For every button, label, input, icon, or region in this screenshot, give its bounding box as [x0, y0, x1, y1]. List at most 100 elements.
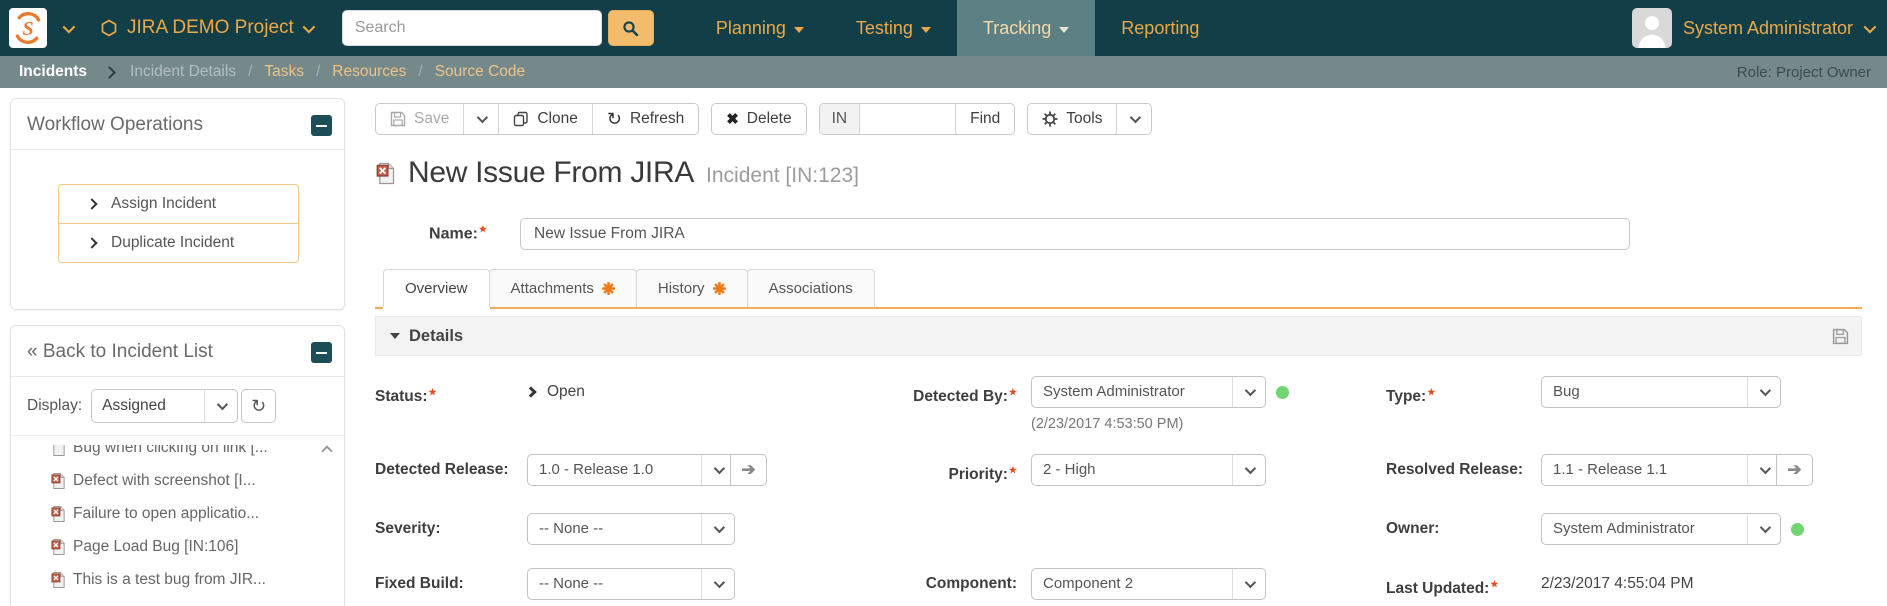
save-options-caret[interactable]	[464, 104, 499, 134]
nav-item-planning[interactable]: Planning	[690, 0, 830, 56]
page-title: New Issue From JIRA	[408, 156, 694, 190]
resolved-release-label: Resolved Release:	[1386, 454, 1541, 491]
main-navigation: Planning Testing Tracking Reporting	[690, 0, 1226, 56]
nav-item-tracking[interactable]: Tracking	[957, 0, 1095, 56]
assign-incident-button[interactable]: Assign Incident	[58, 184, 299, 224]
component-label: Component:	[857, 568, 1031, 605]
scroll-up-icon[interactable]	[321, 445, 332, 456]
find-button[interactable]: Find	[956, 104, 1014, 134]
resolved-release-select[interactable]: 1.1 - Release 1.1	[1541, 454, 1781, 486]
display-filter-row: Display: Assigned ↻	[11, 377, 344, 436]
delete-icon: ✖	[726, 110, 739, 128]
details-section-header[interactable]: Details	[375, 316, 1862, 356]
list-item[interactable]: Failure to open applicatio...	[11, 497, 344, 530]
owner-select[interactable]: System Administrator	[1541, 513, 1781, 545]
component-select[interactable]: Component 2	[1031, 568, 1266, 600]
workflow-operation-label: Assign Incident	[111, 195, 216, 213]
save-section-button[interactable]	[1832, 328, 1849, 350]
tab-history[interactable]: History	[636, 269, 748, 307]
breadcrumb-link-tasks[interactable]: Tasks	[264, 63, 304, 81]
minus-icon	[316, 125, 327, 127]
chevron-down-icon	[1747, 377, 1780, 407]
find-id-input[interactable]	[860, 104, 956, 134]
breadcrumb-current[interactable]: Incidents	[19, 63, 87, 81]
breadcrumb-link-resources[interactable]: Resources	[332, 63, 406, 81]
breadcrumb-section: Incident Details	[130, 63, 236, 81]
global-search-input[interactable]	[342, 10, 602, 46]
tab-label: Attachments	[511, 280, 594, 297]
owner-label: Owner:	[1386, 513, 1541, 545]
breadcrumb-separator: /	[248, 63, 252, 81]
status-label: Status:★	[375, 376, 527, 413]
project-switcher[interactable]: JIRA DEMO Project	[100, 17, 312, 39]
detected-by-select[interactable]: System Administrator	[1031, 376, 1266, 408]
nav-item-testing[interactable]: Testing	[830, 0, 957, 56]
refresh-list-button[interactable]: ↻	[241, 389, 276, 423]
incident-list-item-label: Defect with screenshot [I...	[73, 472, 256, 490]
breadcrumb-link-source-code[interactable]: Source Code	[435, 63, 525, 81]
save-label: Save	[414, 110, 449, 128]
workflow-operations-panel: Workflow Operations Assign Incident Dupl…	[10, 98, 345, 310]
tab-label: Associations	[769, 280, 853, 297]
list-scrollbar[interactable]	[320, 447, 334, 455]
fixed-build-label: Fixed Build:	[375, 568, 527, 605]
user-name: System Administrator	[1683, 18, 1853, 39]
incident-list-item-label: Failure to open applicatio...	[73, 505, 259, 523]
back-to-incident-list-link[interactable]: « Back to Incident List	[27, 341, 213, 362]
delete-button[interactable]: ✖ Delete	[712, 104, 805, 134]
back-link-label: Back to Incident List	[43, 341, 213, 362]
role-indicator: Role: Project Owner	[1737, 64, 1871, 81]
type-label: Type:★	[1386, 376, 1541, 413]
app-logo[interactable]: S	[9, 8, 47, 48]
duplicate-incident-button[interactable]: Duplicate Incident	[58, 223, 299, 263]
incident-doc-x-icon	[376, 162, 396, 185]
gear-icon	[1042, 111, 1058, 127]
tab-overview[interactable]: Overview	[383, 269, 490, 307]
refresh-button[interactable]: ↻ Refresh	[593, 104, 698, 134]
incident-toolbar: Save Clone ↻ Refresh ✖ Delete	[375, 103, 1152, 135]
list-item[interactable]: This is a test bug from JIR...	[11, 563, 344, 596]
detected-timestamp: (2/23/2017 4:53:50 PM)	[1031, 416, 1183, 432]
incident-list-panel: « Back to Incident List Display: Assigne…	[10, 325, 345, 606]
incident-list-panel-header: « Back to Incident List	[11, 326, 344, 377]
go-to-release-button[interactable]: ➔	[730, 454, 767, 486]
tab-associations[interactable]: Associations	[747, 269, 875, 307]
user-menu[interactable]: System Administrator	[1632, 0, 1873, 56]
online-indicator	[1791, 523, 1804, 536]
incident-name-input[interactable]	[520, 218, 1630, 250]
fixed-build-select[interactable]: -- None --	[527, 568, 735, 600]
tab-label: History	[658, 280, 705, 297]
nav-item-reporting[interactable]: Reporting	[1095, 0, 1225, 56]
tab-attachments[interactable]: Attachments	[489, 269, 637, 307]
list-item[interactable]: Bug when clicking on link [...	[11, 445, 344, 464]
chevron-right-icon	[525, 386, 536, 397]
logo-menu-caret-icon[interactable]	[63, 20, 76, 33]
tools-options-caret[interactable]	[1117, 104, 1151, 134]
nav-label: Testing	[856, 18, 913, 39]
tools-button[interactable]: Tools	[1028, 104, 1117, 134]
tab-label: Overview	[405, 280, 468, 297]
severity-select[interactable]: -- None --	[527, 513, 735, 545]
avatar	[1632, 8, 1672, 48]
display-filter-select[interactable]: Assigned	[91, 389, 238, 423]
save-button[interactable]: Save	[376, 104, 464, 134]
go-to-release-button[interactable]: ➔	[1776, 454, 1813, 486]
user-caret-icon	[1864, 20, 1877, 33]
search-button[interactable]	[608, 10, 654, 46]
name-label: Name:★	[375, 224, 487, 243]
type-select[interactable]: Bug	[1541, 376, 1781, 408]
refresh-icon: ↻	[607, 110, 622, 128]
collapse-panel-button[interactable]	[311, 342, 332, 363]
dropdown-caret-icon	[1059, 27, 1069, 33]
detected-release-select[interactable]: 1.0 - Release 1.0	[527, 454, 735, 486]
project-caret-icon	[302, 20, 315, 33]
clone-button[interactable]: Clone	[499, 104, 593, 134]
list-item[interactable]: Page Load Bug [IN:106]	[11, 530, 344, 563]
svg-text:S: S	[22, 18, 33, 40]
save-icon	[1832, 328, 1849, 345]
status-value[interactable]: Open	[527, 376, 585, 408]
priority-select[interactable]: 2 - High	[1031, 454, 1266, 486]
collapse-panel-button[interactable]	[311, 115, 332, 136]
list-item[interactable]: Defect with screenshot [I...	[11, 464, 344, 497]
chevron-down-icon	[477, 112, 488, 123]
